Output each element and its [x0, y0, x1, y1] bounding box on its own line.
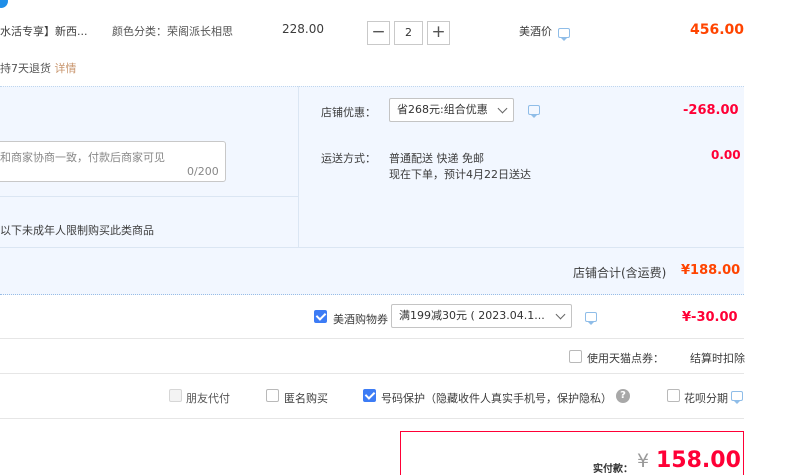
quantity-input[interactable]: 2	[394, 21, 423, 45]
shipping-label: 运送方式：	[321, 152, 376, 165]
coupon-select[interactable]: 满199减30元 ( 2023.04.1...	[391, 304, 572, 328]
divider	[0, 418, 744, 419]
coupon-value: 满199减30元 ( 2023.04.1...	[399, 309, 545, 322]
shop-total-amount: ¥188.00	[681, 263, 741, 278]
return-policy: 持7天退货 详情	[0, 60, 77, 76]
payment-currency: ¥	[637, 450, 650, 472]
shop-discount-value: 省268元:组合优惠	[397, 103, 488, 116]
coupon-checkbox[interactable]	[314, 310, 327, 323]
friend-pay-label: 朋友代付	[186, 392, 230, 405]
unit-price: 228.00	[282, 22, 324, 36]
item-subtotal: 456.00	[690, 22, 745, 38]
chevron-down-icon	[555, 309, 566, 320]
points-label: 使用天猫点券：	[587, 352, 664, 365]
anonymous-checkbox[interactable]	[266, 389, 279, 402]
points-checkbox[interactable]	[569, 350, 582, 363]
payment-label: 实付款：	[593, 464, 633, 475]
age-restriction-note: 以下未成年人限制购买此类商品	[0, 224, 154, 237]
divider	[298, 86, 299, 247]
product-title[interactable]: 水活专享】新西...	[0, 23, 88, 39]
number-protection-label: 号码保护（隐藏收件人真实手机号，保护隐私）	[381, 392, 612, 405]
payment-amount: 158.00	[656, 448, 741, 473]
chat-icon[interactable]	[558, 28, 570, 41]
char-counter: 0/200	[187, 165, 219, 178]
checkout-page: 水活专享】新西... 颜色分类：荣阁派长相思 228.00 − 2 + 美酒价 …	[0, 0, 803, 475]
shop-discount-amount: -268.00	[683, 103, 739, 118]
chat-icon[interactable]	[528, 105, 540, 118]
price-label: 美酒价	[519, 25, 552, 38]
points-note: 结算时扣除	[690, 352, 745, 365]
quantity-plus-button[interactable]: +	[427, 21, 450, 45]
divider	[0, 196, 298, 197]
buyer-message-placeholder: 和商家协商一致，付款后商家可见	[0, 151, 165, 164]
help-icon[interactable]: ?	[616, 389, 630, 403]
number-protection-checkbox[interactable]	[363, 389, 376, 402]
divider	[0, 247, 744, 248]
shop-discount-label: 店铺优惠：	[321, 106, 376, 119]
shipping-method: 普通配送 快递 免邮	[389, 152, 484, 165]
installment-checkbox[interactable]	[667, 389, 680, 402]
chat-icon[interactable]	[731, 391, 743, 404]
coupon-label: 美酒购物券	[333, 313, 388, 326]
divider	[0, 338, 744, 339]
installment-label: 花呗分期	[684, 392, 728, 405]
chevron-down-icon	[497, 103, 508, 114]
anonymous-label: 匿名购买	[284, 392, 328, 405]
return-detail-link[interactable]: 详情	[55, 62, 77, 75]
return-policy-text: 持7天退货	[0, 62, 51, 75]
divider	[0, 373, 744, 374]
shipping-eta: 现在下单，预计4月22日送达	[389, 168, 531, 181]
friend-pay-checkbox[interactable]	[169, 389, 182, 402]
product-sku: 颜色分类：荣阁派长相思	[112, 25, 233, 38]
shop-total-label: 店铺合计(含运费)	[573, 266, 667, 280]
shipping-amount: 0.00	[711, 148, 741, 162]
chat-icon[interactable]	[585, 312, 597, 325]
coupon-amount: ¥-30.00	[682, 310, 738, 325]
quantity-minus-button[interactable]: −	[367, 21, 390, 45]
shop-discount-select[interactable]: 省268元:组合优惠	[389, 98, 514, 122]
